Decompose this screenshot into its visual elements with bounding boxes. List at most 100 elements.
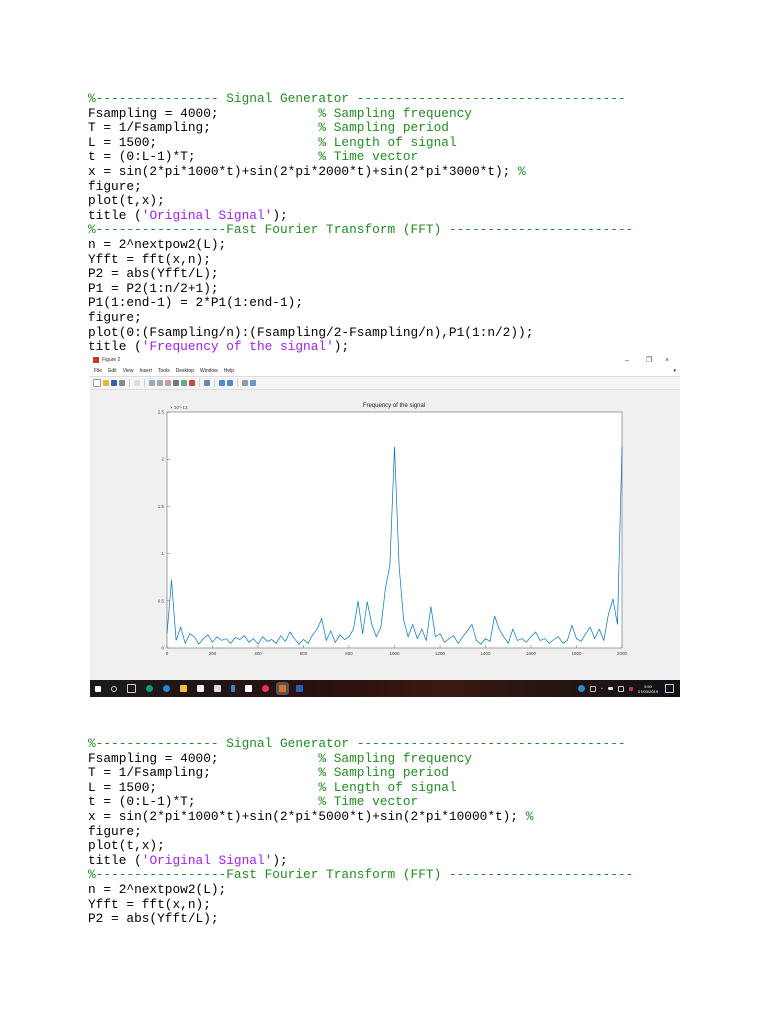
code-line: %-----------------Fast Fourier Transform…	[88, 868, 633, 883]
matlab-icon[interactable]	[279, 685, 286, 692]
code-text: x = sin(2*pi*1000*t)+sin(2*pi*5000*t)+si…	[88, 808, 526, 824]
code-line: figure;	[88, 179, 633, 195]
code-text: plot(t,x);	[88, 193, 165, 209]
x-tick-label: 1800	[571, 651, 582, 656]
code-line: L = 1500; % Length of signal	[88, 779, 633, 796]
toolbar-divider	[144, 379, 145, 387]
code-text: Fsampling = 4000;	[88, 105, 319, 121]
menu-view[interactable]: View	[123, 366, 134, 376]
x-tick-label: 800	[345, 651, 353, 656]
edge-browser-icon[interactable]	[163, 685, 170, 692]
code-block-1: %---------------- Signal Generator -----…	[88, 91, 633, 355]
x-tick-label: 1600	[526, 651, 537, 656]
menu-tools[interactable]: Tools	[158, 366, 170, 376]
close-button[interactable]: ×	[665, 355, 669, 366]
rotate-icon[interactable]	[173, 380, 179, 386]
start-windows-icon[interactable]	[95, 685, 101, 692]
y-tick-label: 2	[161, 457, 164, 462]
code-line: plot(0:(Fsampling/n):(Fsampling/2-Fsampl…	[88, 325, 633, 341]
code-comment: % Time vector	[318, 794, 419, 810]
code-comment: % Length of signal	[318, 779, 457, 795]
y-exponent-label: × 10^-13	[170, 405, 188, 410]
open-file-icon[interactable]	[103, 380, 109, 386]
hide-plot-tools-icon[interactable]	[242, 380, 248, 386]
arduino-icon[interactable]	[146, 685, 153, 692]
x-tick-label: 600	[300, 651, 308, 656]
code-line: plot(t,x);	[88, 838, 633, 854]
code-line: title ('Original Signal');	[88, 853, 633, 869]
dock-arrow-icon[interactable]: ▾	[673, 366, 676, 376]
clock[interactable]: 9:50 07/03/2019	[638, 684, 658, 694]
mail-icon[interactable]	[245, 685, 252, 692]
people-icon[interactable]	[590, 685, 597, 692]
chrome-icon[interactable]	[262, 685, 269, 692]
file-explorer-icon[interactable]	[180, 685, 187, 692]
zoom-in-icon[interactable]	[149, 380, 155, 386]
task-view-icon[interactable]	[127, 684, 136, 693]
help-icon[interactable]	[578, 685, 586, 692]
code-text: Fsampling = 4000;	[88, 750, 319, 766]
dropbox-icon[interactable]	[214, 685, 221, 692]
y-tick-label: 0	[161, 646, 164, 651]
code-text: t = (0:L-1)*T;	[88, 149, 319, 165]
figure-title-bar: Figure 2 – ❐ ×	[90, 355, 680, 366]
x-tick-label: 1400	[480, 651, 491, 656]
x-tick-label: 0	[166, 651, 169, 656]
volume-icon[interactable]	[628, 686, 633, 691]
code-block-2: %---------------- Signal Generator -----…	[88, 736, 633, 927]
code-comment: %	[525, 808, 534, 824]
code-line: figure;	[88, 824, 633, 840]
code-comment: % Sampling frequency	[318, 750, 472, 766]
app-bolt-icon[interactable]	[231, 685, 235, 692]
battery-icon[interactable]	[607, 687, 613, 690]
code-comment: % Sampling period	[318, 120, 449, 136]
toolbar-divider	[214, 379, 215, 387]
code-text: n = 2^nextpow2(L);	[88, 881, 227, 897]
y-tick-label: 1	[161, 551, 164, 556]
store-icon[interactable]	[197, 685, 204, 692]
code-line: %---------------- Signal Generator -----…	[88, 736, 633, 752]
new-figure-icon[interactable]	[93, 379, 101, 387]
print-icon[interactable]	[119, 380, 125, 386]
restore-button[interactable]: ❐	[646, 355, 652, 366]
y-tick-label: 2.5	[158, 410, 165, 415]
x-tick-label: 2000	[617, 651, 628, 656]
brush-icon[interactable]	[189, 380, 195, 386]
code-line: n = 2^nextpow2(L);	[88, 237, 633, 253]
code-text: P2 = abs(Yfft/L);	[88, 911, 219, 927]
code-text: );	[333, 339, 350, 355]
legend-icon[interactable]	[227, 380, 233, 386]
notifications-icon[interactable]	[665, 684, 674, 693]
code-text: t = (0:L-1)*T;	[88, 794, 319, 810]
word-icon[interactable]	[296, 685, 303, 692]
zoom-out-icon[interactable]	[157, 380, 163, 386]
edit-plot-icon[interactable]	[134, 380, 140, 386]
menu-window[interactable]: Window	[200, 366, 218, 376]
code-line: P2 = abs(Yfft/L);	[88, 911, 633, 927]
minimize-button[interactable]: –	[625, 355, 629, 366]
tray-chevron-icon[interactable]: ^	[601, 686, 603, 691]
code-line: P2 = abs(Yfft/L);	[88, 266, 633, 282]
code-text: Yfft = fft(x,n);	[88, 896, 211, 912]
data-cursor-icon[interactable]	[181, 380, 187, 386]
matlab-figure-icon	[93, 357, 99, 363]
link-plot-icon[interactable]	[204, 380, 210, 386]
figure-title: Figure 2	[102, 357, 121, 363]
network-icon[interactable]	[617, 685, 624, 692]
menu-desktop[interactable]: Desktop	[176, 366, 194, 376]
toolbar-divider	[199, 379, 200, 387]
code-line: %-----------------Fast Fourier Transform…	[88, 223, 633, 238]
menu-edit[interactable]: Edit	[108, 366, 117, 376]
code-line: T = 1/Fsampling; % Sampling period	[88, 120, 633, 136]
x-tick-label: 400	[254, 651, 262, 656]
menu-insert[interactable]: Insert	[139, 366, 152, 376]
y-tick-label: 0.5	[158, 598, 165, 603]
code-comment: %-----------------Fast Fourier Transform…	[88, 867, 634, 883]
show-plot-tools-icon[interactable]	[250, 380, 256, 386]
pan-icon[interactable]	[165, 380, 171, 386]
menu-help[interactable]: Help	[224, 366, 234, 376]
colorbar-icon[interactable]	[219, 380, 225, 386]
menu-file[interactable]: File	[94, 366, 102, 376]
search-icon[interactable]	[111, 685, 117, 692]
save-icon[interactable]	[111, 380, 117, 386]
